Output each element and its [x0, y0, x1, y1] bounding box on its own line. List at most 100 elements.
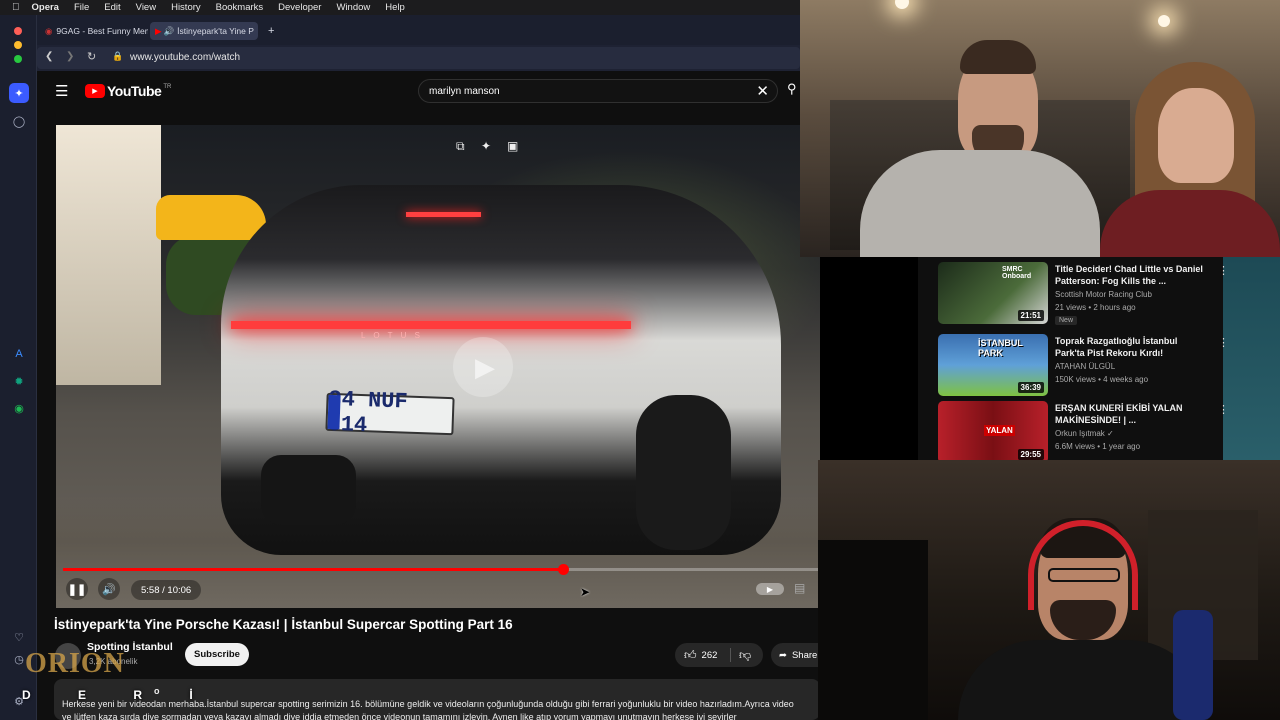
description-line-2: ve lütfen kaza sırda dive sormadan veya … [62, 712, 737, 720]
menu-help[interactable]: Help [385, 2, 405, 13]
youtube-tab-icon: ▶ [155, 25, 162, 36]
menu-history[interactable]: History [171, 2, 201, 13]
rec-thumbnail[interactable]: İSTANBUL PARK 36:39 [938, 334, 1048, 396]
rec-channel[interactable]: Orkun Işıtmak ✓ [1055, 429, 1114, 438]
building-shape [56, 125, 161, 385]
chatgpt-icon[interactable]: ✹ [9, 371, 29, 391]
youtube-logo[interactable]: ▶ YouTube TR [85, 83, 171, 99]
url-text[interactable]: www.youtube.com/watch [130, 52, 240, 63]
scrubber-handle[interactable] [557, 564, 569, 575]
window-zoom-button[interactable] [14, 55, 22, 63]
rec-meta: 150K views • 4 weeks ago [1055, 375, 1149, 384]
more-options-icon[interactable]: ⋮ [1218, 403, 1229, 416]
new-badge: New [1055, 316, 1078, 325]
autoplay-toggle[interactable]: ▶ [756, 583, 784, 595]
rec-duration: 36:39 [1017, 382, 1044, 393]
big-play-button[interactable]: ▶ [453, 337, 513, 397]
menu-app-opera[interactable]: Opera [32, 2, 59, 13]
background-sea-shape [1223, 257, 1280, 460]
time-display: 5:58 / 10:06 [131, 580, 202, 600]
menu-developer[interactable]: Developer [278, 2, 321, 13]
ceiling-lamp [1158, 15, 1170, 27]
webcam-feed-streamer [818, 460, 1280, 720]
rec-item[interactable]: YALAN 29:55 ERŞAN KUNERİ EKİBİ YALAN MAK… [938, 401, 1229, 460]
pause-button[interactable]: ❚❚ [66, 578, 88, 600]
rec-channel[interactable]: Scottish Motor Racing Club [1055, 290, 1152, 299]
share-button[interactable]: ➦ Share [771, 643, 820, 667]
tab-youtube-active[interactable]: ▶ 🔊 İstinyepark'ta Yine P [150, 22, 258, 40]
share-label: Share [791, 649, 818, 661]
taxi-shape [156, 195, 266, 240]
window-close-button[interactable] [14, 27, 22, 35]
spotify-icon[interactable]: ◉ [9, 398, 29, 418]
rec-title[interactable]: Toprak Razgatlıoğlu İstanbul Park'ta Pis… [1055, 335, 1205, 359]
search-icon[interactable]: ⚲ [787, 81, 797, 97]
hamburger-menu-icon[interactable]: ☰ [55, 82, 68, 100]
tail-light-bar [231, 321, 631, 329]
more-options-icon[interactable]: ⋮ [1218, 264, 1229, 277]
recommendations-panel: SMRC Onboard 21:51 Title Decider! Chad L… [918, 257, 1280, 460]
menu-bookmarks[interactable]: Bookmarks [216, 2, 264, 13]
reload-icon[interactable]: ↻ [87, 50, 96, 63]
subscribe-button[interactable]: Subscribe [185, 643, 249, 666]
forward-icon[interactable]: ❯ [66, 51, 74, 62]
window-minimize-button[interactable] [14, 41, 22, 49]
menu-file[interactable]: File [74, 2, 89, 13]
menu-edit[interactable]: Edit [104, 2, 120, 13]
new-tab-button[interactable]: + [265, 22, 279, 40]
speed-dial-icon[interactable]: ◯ [9, 111, 29, 131]
rec-thumbnail[interactable]: SMRC Onboard 21:51 [938, 262, 1048, 324]
rec-duration: 21:51 [1017, 310, 1044, 321]
thumb-text: SMRC Onboard [1002, 266, 1032, 280]
play-icon: ▶ [475, 351, 495, 382]
subtitles-icon[interactable]: ▤ [794, 581, 805, 595]
rec-duration: 29:55 [1017, 449, 1044, 460]
thumbs-up-icon: 👍︎ [684, 647, 697, 662]
app-store-icon[interactable]: A [9, 344, 29, 364]
rec-meta: 21 views • 2 hours ago [1055, 303, 1136, 312]
license-plate: 34 NUF 314 [325, 387, 455, 438]
plate-country-strip [327, 394, 341, 430]
rec-thumbnail[interactable]: YALAN 29:55 [938, 401, 1048, 460]
brake-light [406, 212, 481, 217]
ceiling-lamp [895, 0, 909, 9]
rec-channel[interactable]: ATAHAN ÜLGÜL [1055, 362, 1115, 371]
webcam-feed-couple [800, 0, 1280, 257]
rec-item[interactable]: SMRC Onboard 21:51 Title Decider! Chad L… [938, 262, 1229, 325]
like-count: 262 [701, 649, 718, 661]
tab-bar: ◉ 9GAG - Best Funny Mem ▶ 🔊 İstinyepark'… [37, 15, 800, 45]
heart-icon[interactable]: ♡ [9, 627, 29, 647]
rec-item[interactable]: İSTANBUL PARK 36:39 Toprak Razgatlıoğlu … [938, 334, 1229, 396]
aria-ai-icon[interactable]: ✦ [9, 83, 29, 103]
mouse-cursor: ➤ [580, 585, 591, 599]
ai-sparkle-icon[interactable]: ✦ [481, 139, 491, 153]
region-code: TR [163, 83, 172, 90]
thumb-text: İSTANBUL PARK [978, 338, 1023, 358]
volume-button[interactable]: 🔊 [98, 578, 120, 600]
more-options-icon[interactable]: ⋮ [1218, 336, 1229, 349]
microphone-shape [1173, 610, 1213, 720]
menu-view[interactable]: View [136, 2, 156, 13]
address-field[interactable]: ❮ ❯ ↻ 🔒 www.youtube.com/watch [37, 47, 800, 69]
search-input[interactable]: marilyn manson ✕ [418, 79, 778, 103]
tab-9gag[interactable]: ◉ 9GAG - Best Funny Mem [40, 22, 148, 40]
menu-window[interactable]: Window [336, 2, 370, 13]
back-icon[interactable]: ❮ [45, 51, 53, 62]
like-button[interactable]: 👍︎ 262 [684, 648, 717, 663]
like-dislike-group: 👍︎ 262 👎︎ [675, 643, 763, 667]
miniplayer-icon[interactable]: ⧉ [456, 139, 465, 154]
cast-icon[interactable]: ▣ [507, 139, 518, 153]
clear-search-icon[interactable]: ✕ [756, 82, 769, 100]
speaker-icon[interactable]: 🔊 [164, 26, 175, 37]
youtube-play-icon: ▶ [85, 84, 105, 98]
apple-icon[interactable]:  [12, 2, 20, 13]
opera-sidebar: ✦ ◯ A ✹ ◉ ♡ ◷ ⚙ [0, 15, 37, 720]
rec-title[interactable]: ERŞAN KUNERİ EKİBİ YALAN MAKİNESİNDE! | … [1055, 402, 1205, 426]
progress-bar[interactable] [63, 564, 820, 575]
rec-title[interactable]: Title Decider! Chad Little vs Daniel Pat… [1055, 263, 1205, 287]
search-value: marilyn manson [429, 85, 500, 97]
video-player[interactable]: L O T U S 34 NUF 314 ▶ ⧉ ✦ ▣ ❚❚ 🔊 5:58 /… [56, 125, 820, 608]
opera-tab-icon: ◉ [45, 25, 53, 36]
tab-9gag-label: 9GAG - Best Funny Mem [56, 26, 148, 36]
dislike-button[interactable]: 👎︎ [739, 648, 751, 663]
